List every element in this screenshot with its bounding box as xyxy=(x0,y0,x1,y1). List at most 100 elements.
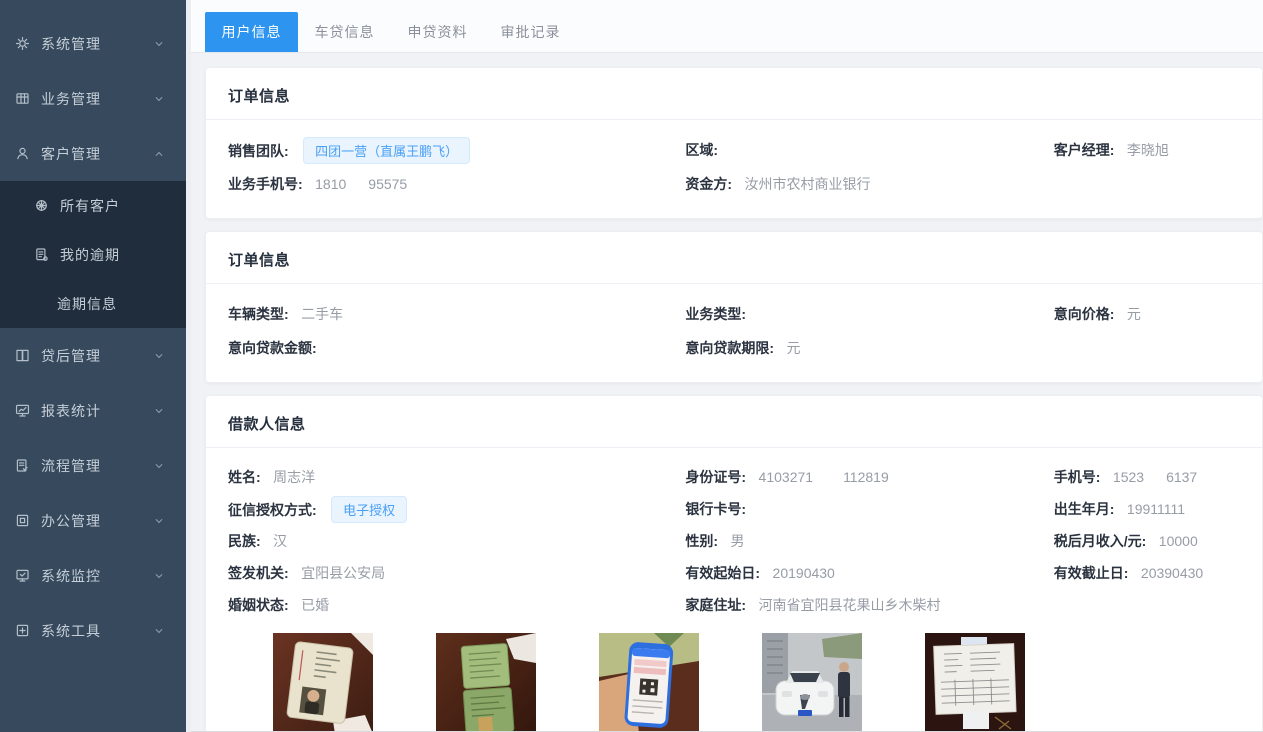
order-info-card-1: 订单信息 销售团队: 四团一营（直属王鹏飞） 区域: 客户经理: 李晓旭 xyxy=(205,67,1263,219)
document-photo[interactable]: 其他材料 xyxy=(925,633,1025,731)
field-ethnicity: 民族: 汉 xyxy=(228,531,685,551)
field-value: 周志洋 xyxy=(273,469,315,485)
sidebar-item-label: 逾期信息 xyxy=(57,294,117,314)
chevron-down-icon xyxy=(152,624,166,638)
field-value: 已婚 xyxy=(301,597,329,613)
field-value: 汝州市农村商业银行 xyxy=(745,176,871,192)
tab-loan-application-docs[interactable]: 申贷资料 xyxy=(391,12,484,52)
chevron-down-icon xyxy=(152,37,166,51)
sidebar-item-label: 系统管理 xyxy=(41,34,152,54)
monitor-icon xyxy=(14,402,31,419)
sidebar-item-label: 报表统计 xyxy=(41,401,152,421)
field-label: 意向价格: xyxy=(1054,306,1115,322)
id-card-photo[interactable]: 身份证 xyxy=(273,633,373,731)
sidebar-item-business-mgmt[interactable]: 业务管理 xyxy=(0,71,186,126)
sidebar-item-label: 贷后管理 xyxy=(41,346,152,366)
field-business-type: 业务类型: xyxy=(685,304,1053,324)
sidebar-item-system-tools[interactable]: 系统工具 xyxy=(0,603,186,658)
field-value: 10000 xyxy=(1159,533,1198,549)
monitor-check-icon xyxy=(14,567,31,584)
box-plus-icon xyxy=(14,622,31,639)
field-label: 民族: xyxy=(228,533,261,549)
field-label: 手机号: xyxy=(1054,469,1101,485)
field-intended-loan-term: 意向贷款期限: 元 xyxy=(685,338,1053,358)
document-photo-image xyxy=(925,633,1025,731)
square-icon xyxy=(14,512,31,529)
tab-car-loan-info[interactable]: 车贷信息 xyxy=(298,12,391,52)
sidebar-item-system-mgmt[interactable]: 系统管理 xyxy=(0,16,186,71)
field-label: 身份证号: xyxy=(685,469,746,485)
booklet-photo[interactable]: 户口本照片 xyxy=(436,633,536,731)
field-value: 20190430 xyxy=(773,565,835,581)
field-label: 有效截止日: xyxy=(1054,565,1129,581)
field-valid-from: 有效起始日: 20190430 xyxy=(685,563,1053,583)
field-value: 20390430 xyxy=(1141,565,1203,581)
sidebar-item-system-monitor[interactable]: 系统监控 xyxy=(0,548,186,603)
borrower-info-card: 借款人信息 姓名: 周志洋 身份证号: 4103271112819 手机号: 1… xyxy=(205,395,1263,731)
field-customer-manager: 客户经理: 李晓旭 xyxy=(1054,140,1240,160)
chevron-down-icon xyxy=(152,569,166,583)
field-value: 4103271112819 xyxy=(759,469,889,485)
field-label: 车辆类型: xyxy=(228,306,289,322)
field-label: 婚姻状态: xyxy=(228,597,289,613)
gear-icon xyxy=(14,35,31,52)
field-id-number: 身份证号: 4103271112819 xyxy=(685,467,1053,487)
sidebar-item-postloan-mgmt[interactable]: 贷后管理 xyxy=(0,328,186,383)
sidebar-item-label: 客户管理 xyxy=(41,144,152,164)
overdue-icon xyxy=(33,246,50,263)
field-gender: 性别: 男 xyxy=(685,531,1053,551)
sidebar-item-label: 所有客户 xyxy=(60,196,120,216)
sidebar-item-all-customers[interactable]: 所有客户 xyxy=(0,181,186,230)
sidebar-item-label: 系统监控 xyxy=(41,566,152,586)
field-label: 业务类型: xyxy=(685,306,746,322)
field-label: 区域: xyxy=(685,142,718,158)
field-value: 19911111 xyxy=(1127,501,1185,517)
card-title: 订单信息 xyxy=(206,232,1262,284)
main-area: 用户信息 车贷信息 申贷资料 审批记录 订单信息 销售团队: 四团一营（直属王鹏… xyxy=(191,0,1263,732)
field-mobile: 手机号: 15236137 xyxy=(1054,467,1240,487)
sales-team-tag[interactable]: 四团一营（直属王鹏飞） xyxy=(303,137,470,164)
field-value: 元 xyxy=(1127,306,1141,322)
book-icon xyxy=(14,347,31,364)
field-value: 河南省宜阳县花果山乡木柴村 xyxy=(759,597,941,613)
field-label: 税后月收入/元: xyxy=(1054,533,1147,549)
tab-user-info[interactable]: 用户信息 xyxy=(205,12,298,52)
field-label: 资金方: xyxy=(685,176,732,192)
borrower-photos: 身份证 xyxy=(228,621,1240,731)
sidebar-item-process-mgmt[interactable]: 流程管理 xyxy=(0,438,186,493)
field-name: 姓名: 周志洋 xyxy=(228,467,685,487)
credit-auth-photo[interactable]: 征信授权 xyxy=(599,633,699,731)
field-label: 征信授权方式: xyxy=(228,502,317,518)
sidebar-item-overdue-info[interactable]: 逾期信息 xyxy=(0,279,186,328)
tab-approval-records[interactable]: 审批记录 xyxy=(484,12,577,52)
sidebar-item-label: 系统工具 xyxy=(41,621,152,641)
credit-auth-tag[interactable]: 电子授权 xyxy=(331,496,407,523)
field-value: 男 xyxy=(731,533,745,549)
chevron-down-icon xyxy=(152,92,166,106)
person-car-photo[interactable]: 人车合影 xyxy=(762,633,862,731)
field-bank-card: 银行卡号: xyxy=(685,499,1053,519)
credit-auth-photo-image xyxy=(599,633,699,731)
field-label: 客户经理: xyxy=(1054,142,1115,158)
field-label: 有效起始日: xyxy=(685,565,760,581)
field-issuing-authority: 签发机关: 宜阳县公安局 xyxy=(228,563,685,583)
sidebar-item-label: 流程管理 xyxy=(41,456,152,476)
chevron-down-icon xyxy=(152,514,166,528)
grid-icon xyxy=(14,90,31,107)
sidebar-item-office-mgmt[interactable]: 办公管理 xyxy=(0,493,186,548)
sidebar-item-my-overdue[interactable]: 我的逾期 xyxy=(0,230,186,279)
field-birth-date: 出生年月: 19911111 xyxy=(1054,499,1240,519)
field-value: 宜阳县公安局 xyxy=(301,565,385,581)
field-label: 签发机关: xyxy=(228,565,289,581)
field-value: 元 xyxy=(787,340,801,356)
field-home-address: 家庭住址: 河南省宜阳县花果山乡木柴村 xyxy=(685,595,1053,615)
sidebar-item-label: 我的逾期 xyxy=(60,245,120,265)
sidebar-item-report-stats[interactable]: 报表统计 xyxy=(0,383,186,438)
field-credit-auth-method: 征信授权方式: 电子授权 xyxy=(228,496,685,523)
field-label: 出生年月: xyxy=(1054,501,1115,517)
chevron-down-icon xyxy=(152,459,166,473)
field-label: 销售团队: xyxy=(228,143,289,159)
sidebar-item-customer-mgmt[interactable]: 客户管理 xyxy=(0,126,186,181)
order-info-card-2: 订单信息 车辆类型: 二手车 业务类型: 意向价格: 元 xyxy=(205,231,1263,383)
customers-icon xyxy=(33,197,50,214)
